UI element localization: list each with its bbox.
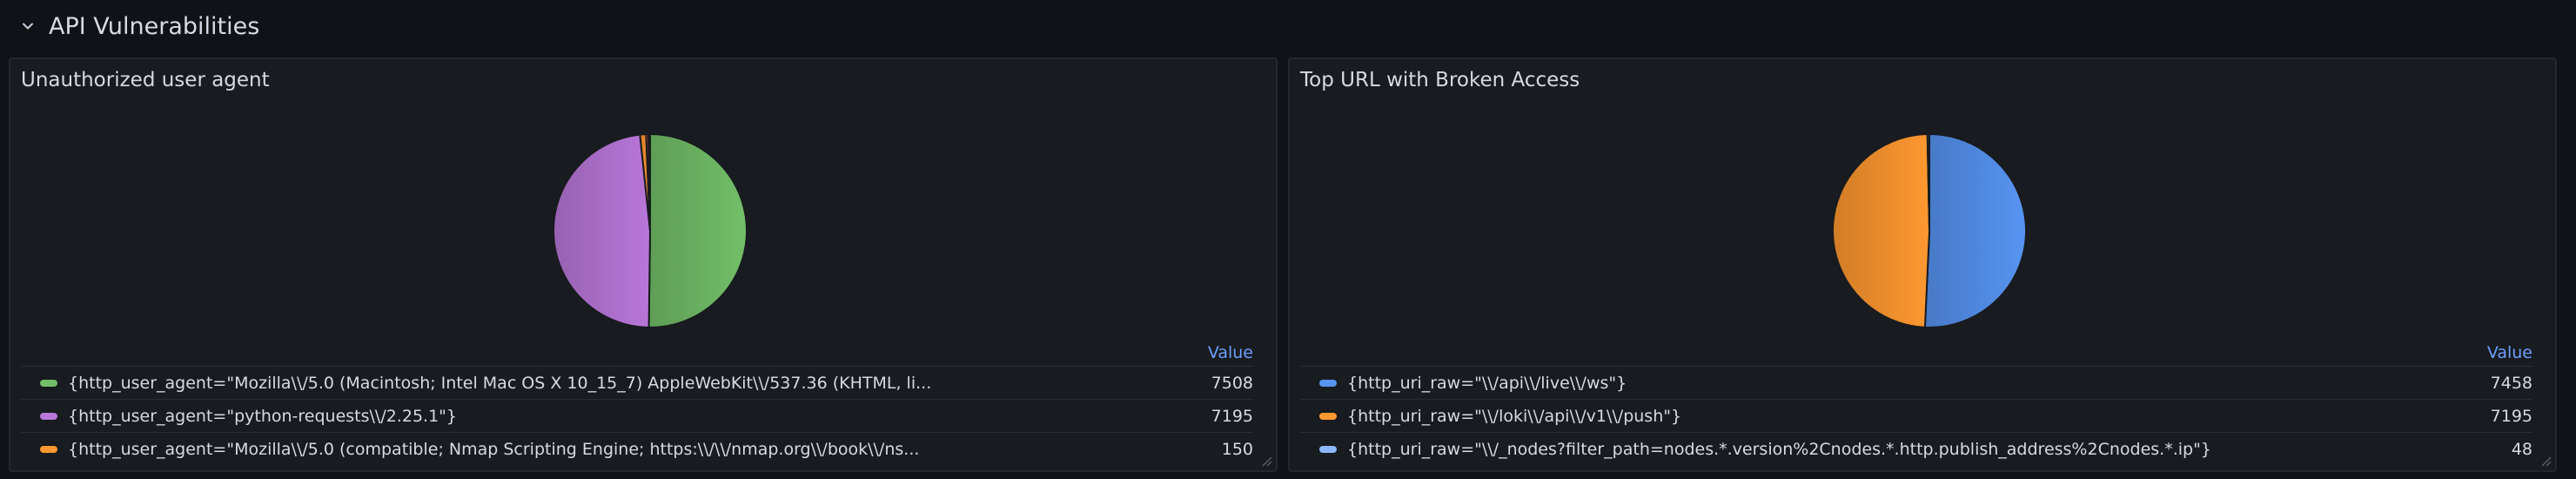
- legend-value-header[interactable]: Value: [1208, 343, 1253, 362]
- pie-chart: [1832, 132, 2027, 328]
- pie-slice[interactable]: [647, 132, 748, 328]
- legend-swatch: [1319, 379, 1337, 387]
- legend-label: {http_user_agent="python-requests\\/2.25…: [68, 406, 457, 426]
- row-header[interactable]: API Vulnerabilities: [19, 9, 259, 44]
- panel-top-url-broken-access[interactable]: Top URL with Broken Access Value {http_u…: [1288, 57, 2557, 472]
- panel-title: Unauthorized user agent: [21, 69, 270, 91]
- legend: {http_uri_raw="\\/api\\/live\\/ws"} 7458…: [1300, 366, 2532, 465]
- legend-value-header[interactable]: Value: [2487, 343, 2532, 362]
- legend-value: 7195: [2490, 406, 2532, 426]
- legend-swatch: [40, 379, 57, 387]
- legend-label: {http_user_agent="Mozilla\\/5.0 (compati…: [68, 439, 920, 459]
- legend-value: 7195: [1211, 406, 1253, 426]
- legend-label: {http_uri_raw="\\/_nodes?filter_path=nod…: [1347, 439, 2211, 459]
- pie-slice[interactable]: [1923, 132, 2027, 328]
- legend-item[interactable]: {http_uri_raw="\\/api\\/live\\/ws"} 7458: [1300, 366, 2532, 399]
- legend-value: 7458: [2490, 373, 2532, 393]
- legend-label: {http_uri_raw="\\/loki\\/api\\/v1\\/push…: [1347, 406, 1682, 426]
- legend-label: {http_user_agent="Mozilla\\/5.0 (Macinto…: [68, 373, 932, 393]
- legend-value: 150: [1221, 439, 1253, 459]
- resize-handle-icon[interactable]: [2539, 455, 2552, 467]
- legend-item[interactable]: {http_user_agent="python-requests\\/2.25…: [21, 399, 1253, 432]
- pie-slice[interactable]: [553, 133, 652, 329]
- legend-label: {http_uri_raw="\\/api\\/live\\/ws"}: [1347, 373, 1627, 393]
- legend-swatch: [1319, 412, 1337, 420]
- pie-chart: [553, 132, 748, 329]
- panel-unauthorized-user-agent[interactable]: Unauthorized user agent Value {http_user…: [9, 57, 1278, 472]
- legend-item[interactable]: {http_uri_raw="\\/loki\\/api\\/v1\\/push…: [1300, 399, 2532, 432]
- chevron-down-icon[interactable]: [19, 17, 37, 35]
- legend-item[interactable]: {http_user_agent="Mozilla\\/5.0 (Macinto…: [21, 366, 1253, 399]
- legend-swatch: [40, 445, 57, 453]
- legend-swatch: [1319, 445, 1337, 453]
- legend-value: 7508: [1211, 373, 1253, 393]
- legend: {http_user_agent="Mozilla\\/5.0 (Macinto…: [21, 366, 1253, 465]
- legend-value: 48: [2511, 439, 2532, 459]
- resize-handle-icon[interactable]: [1260, 455, 1272, 467]
- legend-item[interactable]: {http_user_agent="Mozilla\\/5.0 (compati…: [21, 432, 1253, 465]
- panel-title: Top URL with Broken Access: [1300, 69, 1580, 91]
- pie-slice[interactable]: [1832, 133, 1931, 328]
- row-title: API Vulnerabilities: [49, 12, 260, 40]
- legend-swatch: [40, 412, 57, 420]
- legend-item[interactable]: {http_uri_raw="\\/_nodes?filter_path=nod…: [1300, 432, 2532, 465]
